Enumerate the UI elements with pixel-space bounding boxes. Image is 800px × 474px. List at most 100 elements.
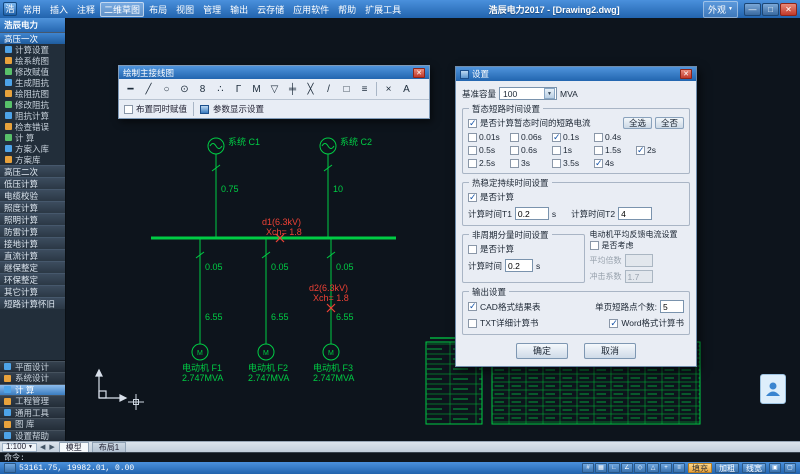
fuse-icon[interactable]: □: [338, 81, 355, 97]
dyn-icon[interactable]: +: [660, 463, 672, 473]
txt-report-checkbox[interactable]: TXT详细计算书: [468, 317, 539, 329]
sidebar-item-calculate[interactable]: 计 算: [0, 132, 65, 143]
time-checkbox[interactable]: 0.5s: [468, 145, 510, 155]
settings-dialog-titlebar[interactable]: 设置 ✕: [456, 67, 696, 81]
nav-plane-design[interactable]: 平面设计: [0, 361, 65, 373]
time-checkbox[interactable]: 3s: [510, 158, 552, 168]
sidebar-section-classic-sc[interactable]: 短路计算怀旧: [0, 297, 65, 309]
base-capacity-select[interactable]: 100 ▼: [499, 87, 557, 100]
sidebar-section-lightning[interactable]: 防雷计算: [0, 225, 65, 237]
nav-library[interactable]: 图 库: [0, 418, 65, 430]
sidebar-item-edit-values[interactable]: 修改赋值: [0, 66, 65, 77]
bold-toggle[interactable]: 加粗: [715, 463, 739, 473]
app-logo-icon[interactable]: 浩: [3, 2, 17, 16]
drawing-canvas[interactable]: 系统 C1 系统 C2 0.75 10 0.05 0.05 0.05 6.55 …: [66, 18, 800, 441]
sidebar-item-gen-impedance[interactable]: 生成阻抗: [0, 77, 65, 88]
clean-screen-icon[interactable]: ▢: [784, 463, 796, 473]
time-checkbox[interactable]: 2s: [636, 145, 678, 155]
breaker-icon[interactable]: ╳: [302, 81, 319, 97]
time-checkbox[interactable]: 3.5s: [552, 158, 594, 168]
sidebar-item-scheme-library[interactable]: 方案库: [0, 154, 65, 165]
toolbar-close-button[interactable]: ✕: [413, 68, 425, 78]
cad-result-checkbox[interactable]: CAD格式结果表: [468, 301, 540, 313]
sidebar-item-edit-impedance[interactable]: 修改阻抗: [0, 99, 65, 110]
grid-icon[interactable]: ▦: [595, 463, 607, 473]
t1-input[interactable]: [515, 207, 549, 220]
snap-icon[interactable]: #: [582, 463, 594, 473]
cancel-button[interactable]: 取消: [584, 343, 636, 359]
menu-2d-sketch[interactable]: 二维草图: [100, 2, 144, 17]
sidebar-section-illuminance[interactable]: 照度计算: [0, 201, 65, 213]
capacitor-icon[interactable]: ╪: [284, 81, 301, 97]
tab-model[interactable]: 模型: [59, 442, 89, 452]
menu-help[interactable]: 帮助: [334, 2, 360, 17]
menu-manage[interactable]: 管理: [199, 2, 225, 17]
sidebar-section-relay-setting[interactable]: 继保整定: [0, 261, 65, 273]
minimize-button[interactable]: —: [744, 3, 761, 16]
sidebar-section-cable-check[interactable]: 电缆校验: [0, 189, 65, 201]
fault-point-icon[interactable]: ×: [380, 81, 397, 97]
sidebar-section-other-calc[interactable]: 其它计算: [0, 285, 65, 297]
nav-calculation[interactable]: 计 算: [0, 384, 65, 396]
sidebar-section-hv-primary[interactable]: 高压一次: [0, 32, 65, 44]
sidebar-section-lv-calc[interactable]: 低压计算: [0, 177, 65, 189]
toolbar-titlebar[interactable]: 绘制主接线图 ✕: [119, 66, 429, 79]
annotation-icon[interactable]: A: [398, 81, 415, 97]
nav-common-tools[interactable]: 通用工具: [0, 407, 65, 419]
ground-icon[interactable]: ≡: [356, 81, 373, 97]
tab-layout1[interactable]: 布局1: [92, 442, 126, 452]
sidebar-section-hv-secondary[interactable]: 高压二次: [0, 165, 65, 177]
app-status-icon[interactable]: [4, 463, 16, 473]
settings-close-button[interactable]: ✕: [680, 69, 692, 79]
appearance-dropdown[interactable]: 外观▼: [703, 1, 738, 18]
wire-icon[interactable]: ╱: [140, 81, 157, 97]
sidebar-item-scheme-save[interactable]: 方案入库: [0, 143, 65, 154]
sidebar-item-draw-system[interactable]: 绘系统图: [0, 55, 65, 66]
scale-dropdown[interactable]: 1:100 ▼: [2, 443, 37, 452]
close-button[interactable]: ✕: [780, 3, 797, 16]
tab-nav-arrows[interactable]: ◀ ▶: [40, 443, 56, 451]
aperiodic-time-input[interactable]: [505, 259, 533, 272]
ok-button[interactable]: 确定: [516, 343, 568, 359]
nav-project-manage[interactable]: 工程管理: [0, 395, 65, 407]
aperiodic-enable-checkbox[interactable]: 是否计算: [468, 243, 579, 255]
menu-common[interactable]: 常用: [19, 2, 45, 17]
time-checkbox[interactable]: 1s: [552, 145, 594, 155]
sidebar-item-check-errors[interactable]: 检查错误: [0, 121, 65, 132]
time-checkbox[interactable]: 0.06s: [510, 132, 552, 142]
menu-insert[interactable]: 插入: [46, 2, 72, 17]
lineweight-icon[interactable]: ≡: [673, 463, 685, 473]
transformer-icon[interactable]: 8: [194, 81, 211, 97]
three-winding-transformer-icon[interactable]: ∴: [212, 81, 229, 97]
t2-input[interactable]: [618, 207, 652, 220]
menu-ext-tools[interactable]: 扩展工具: [361, 2, 405, 17]
sidebar-section-grounding[interactable]: 接地计算: [0, 237, 65, 249]
support-avatar-widget[interactable]: [760, 374, 786, 404]
source-icon[interactable]: ○: [158, 81, 175, 97]
menu-apps[interactable]: 应用软件: [289, 2, 333, 17]
time-checkbox[interactable]: 2.5s: [468, 158, 510, 168]
assign-while-placing-checkbox[interactable]: 布置同时赋值: [124, 103, 187, 115]
sidebar-section-protection[interactable]: 环保整定: [0, 273, 65, 285]
busbar-icon[interactable]: ━: [122, 81, 139, 97]
osnap-icon[interactable]: ◇: [634, 463, 646, 473]
maximize-button[interactable]: □: [762, 3, 779, 16]
sidebar-section-dc-calc[interactable]: 直流计算: [0, 249, 65, 261]
sidebar-item-impedance-calc[interactable]: 阻抗计算: [0, 110, 65, 121]
sidebar-section-lighting[interactable]: 照明计算: [0, 213, 65, 225]
menu-annotate[interactable]: 注释: [73, 2, 99, 17]
command-line[interactable]: 命令:: [0, 452, 800, 462]
time-checkbox[interactable]: 0.6s: [510, 145, 552, 155]
nav-system-design[interactable]: 系统设计: [0, 372, 65, 384]
time-checkbox[interactable]: 1.5s: [594, 145, 636, 155]
time-checkbox[interactable]: 4s: [594, 158, 636, 168]
disconnector-icon[interactable]: /: [320, 81, 337, 97]
time-checkbox[interactable]: 0.4s: [594, 132, 636, 142]
ortho-icon[interactable]: ∟: [608, 463, 620, 473]
menu-view[interactable]: 视图: [172, 2, 198, 17]
menu-layout[interactable]: 布局: [145, 2, 171, 17]
monitor-icon[interactable]: ▣: [769, 463, 781, 473]
select-none-button[interactable]: 全否: [655, 117, 684, 129]
motor-feedback-checkbox[interactable]: 是否考虑: [590, 240, 690, 251]
motor-icon[interactable]: M: [248, 81, 265, 97]
